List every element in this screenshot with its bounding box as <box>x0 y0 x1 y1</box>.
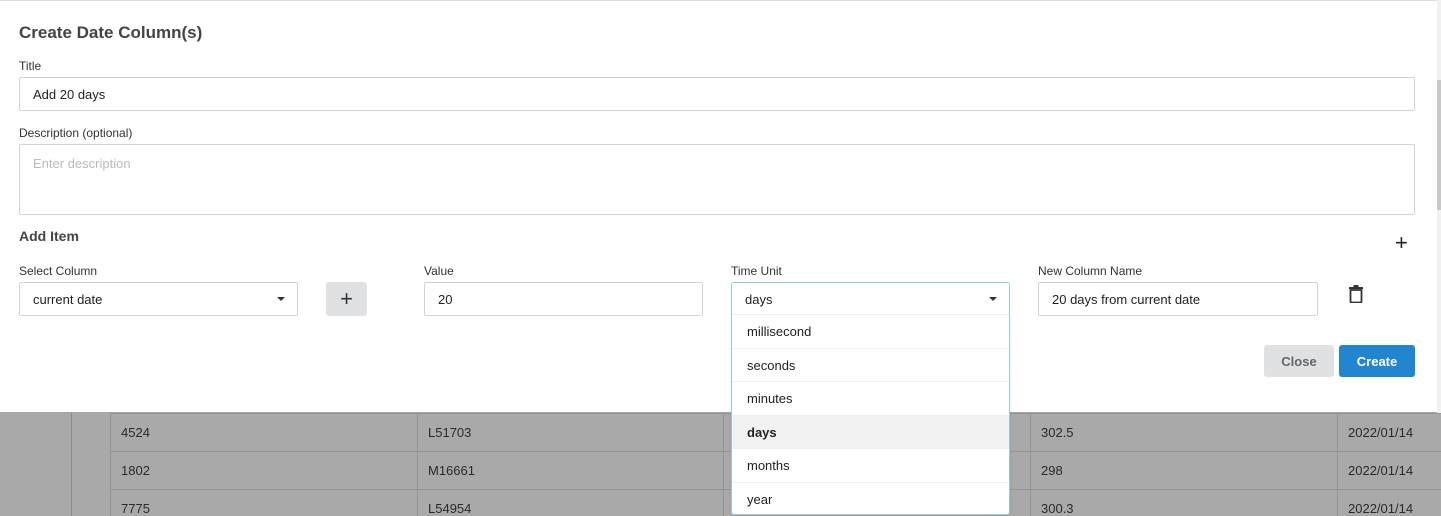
title-input[interactable]: Add 20 days <box>19 77 1415 111</box>
select-column-value: current date <box>33 291 103 307</box>
add-item-plus-icon[interactable]: + <box>1395 230 1408 256</box>
close-button[interactable]: Close <box>1264 345 1334 377</box>
time-unit-value: days <box>745 291 773 307</box>
table-cell: 1802 <box>110 452 417 490</box>
select-column-dropdown[interactable]: current date <box>19 282 298 316</box>
title-label: Title <box>19 59 42 73</box>
caret-down-icon <box>989 297 997 301</box>
time-unit-option-days[interactable]: days <box>732 414 1009 448</box>
scrollbar-thumb[interactable] <box>1437 80 1441 210</box>
table-cell: L54954 <box>417 490 723 516</box>
create-button[interactable]: Create <box>1339 345 1415 377</box>
create-date-column-modal: Create Date Column(s) Title Add 20 days … <box>0 0 1437 412</box>
time-unit-option-seconds[interactable]: seconds <box>732 347 1009 382</box>
table-cell: 2022/01/14 <box>1337 452 1441 490</box>
modal-title: Create Date Column(s) <box>19 23 203 42</box>
time-unit-label: Time Unit <box>731 264 782 278</box>
select-column-label: Select Column <box>19 264 98 278</box>
time-unit-dropdown[interactable]: days <box>731 282 1010 316</box>
table-cell: 2022/01/14 <box>1337 490 1441 516</box>
time-unit-option-months[interactable]: months <box>732 448 1009 482</box>
table-cell: 2022/01/14 <box>1337 414 1441 452</box>
time-unit-option-millisecond[interactable]: millisecond <box>732 314 1009 348</box>
time-unit-option-minutes[interactable]: minutes <box>732 381 1009 415</box>
description-label: Description (optional) <box>19 126 133 140</box>
trash-icon[interactable] <box>1348 285 1364 303</box>
value-label: Value <box>424 264 454 278</box>
table-cell: 298 <box>1030 452 1337 490</box>
add-column-plus-button[interactable]: + <box>326 282 367 316</box>
new-column-name-label: New Column Name <box>1038 264 1143 278</box>
table-cell: M16661 <box>417 452 723 490</box>
value-input[interactable]: 20 <box>424 282 703 316</box>
modal-scrollbar[interactable] <box>1437 0 1441 413</box>
table-side-column <box>0 413 72 516</box>
time-unit-option-year[interactable]: year <box>732 481 1009 516</box>
table-cell: L51703 <box>417 414 723 452</box>
caret-down-icon <box>277 297 285 301</box>
table-cell: 4524 <box>110 414 417 452</box>
description-textarea[interactable]: Enter description <box>19 144 1415 215</box>
table-cell: 300.3 <box>1030 490 1337 516</box>
table-cell: 302.5 <box>1030 414 1337 452</box>
new-column-name-input[interactable]: 20 days from current date <box>1038 282 1318 316</box>
time-unit-menu: millisecond seconds minutes days months … <box>731 314 1010 515</box>
add-item-heading: Add Item <box>19 228 79 244</box>
background-table: 4524 L51703 302.5 2022/01/14 1802 M16661… <box>0 413 1441 516</box>
table-cell: 7775 <box>110 490 417 516</box>
